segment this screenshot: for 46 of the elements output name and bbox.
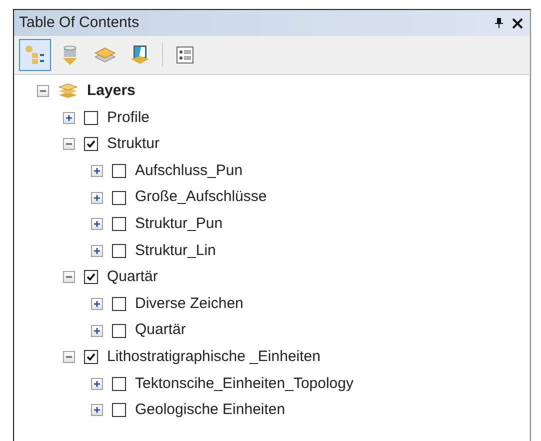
layer-tree-icon <box>24 44 46 66</box>
expand-icon[interactable] <box>91 324 103 337</box>
checkbox[interactable] <box>112 217 126 232</box>
checkbox[interactable] <box>112 324 126 338</box>
expand-icon[interactable] <box>91 192 103 204</box>
layer-label[interactable]: Tektonscihe_Einheiten_Topology <box>135 372 354 396</box>
collapse-icon[interactable] <box>63 271 75 284</box>
checkbox[interactable] <box>84 270 98 284</box>
expand-icon[interactable] <box>91 244 103 257</box>
collapse-icon[interactable] <box>63 351 75 364</box>
expand-icon[interactable] <box>91 378 103 390</box>
checkbox[interactable] <box>84 350 98 364</box>
checkbox[interactable] <box>112 403 126 418</box>
checkbox[interactable] <box>112 190 126 205</box>
checkbox[interactable] <box>84 110 98 125</box>
layer-label[interactable]: Große_Aufschlüsse <box>135 186 267 209</box>
layer-label[interactable]: Lithostratigraphische _Einheiten <box>107 346 320 368</box>
expand-icon[interactable] <box>63 112 75 124</box>
window-title: Table Of Contents <box>19 12 140 33</box>
checkbox[interactable] <box>84 137 98 152</box>
checkbox[interactable] <box>112 297 126 312</box>
checkbox[interactable] <box>112 376 126 391</box>
layer-label[interactable]: Struktur_Lin <box>135 240 216 262</box>
expand-icon[interactable] <box>91 298 103 310</box>
layer-label[interactable]: Struktur_Pun <box>135 213 223 236</box>
close-icon[interactable] <box>512 18 523 28</box>
layer-label[interactable]: Diverse Zeichen <box>135 292 244 316</box>
expand-icon[interactable] <box>91 165 103 178</box>
layer-label[interactable]: Struktur <box>107 133 160 156</box>
layers-stack-icon <box>57 82 79 100</box>
layer-label[interactable]: Profile <box>107 106 150 130</box>
pin-icon[interactable] <box>494 17 504 29</box>
layer-label[interactable]: Quartär <box>135 319 186 342</box>
checkbox[interactable] <box>112 244 126 258</box>
expand-icon[interactable] <box>91 218 103 230</box>
toolbar-button[interactable] <box>19 39 51 71</box>
checkbox[interactable] <box>112 164 126 178</box>
layer-label[interactable]: Aufschluss_Pun <box>135 160 243 182</box>
layer-label[interactable]: Geologische Einheiten <box>135 399 286 422</box>
collapse-icon[interactable] <box>63 138 75 150</box>
selection-layer-icon <box>129 44 151 66</box>
collapse-icon[interactable] <box>37 85 49 98</box>
layers-label[interactable]: Layers <box>87 80 136 103</box>
list-options-icon <box>175 45 195 65</box>
layer-label[interactable]: Quartär <box>107 266 158 289</box>
expand-icon[interactable] <box>91 404 103 416</box>
